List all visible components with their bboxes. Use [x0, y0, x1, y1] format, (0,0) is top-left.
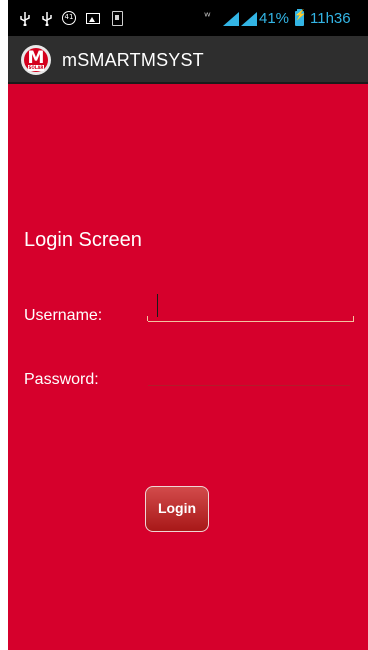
battery-icon — [294, 9, 306, 26]
notification-badge-icon: 41 — [62, 11, 76, 25]
login-content: Login Screen Username: Password: Login — [8, 84, 368, 650]
action-bar: M SOLAR mSMARTMSYST — [8, 36, 368, 84]
password-field[interactable] — [148, 356, 350, 386]
sim-icon — [112, 11, 123, 26]
bluetooth-icon: ʷ — [204, 10, 211, 25]
logo-subtext: SOLAR — [28, 65, 44, 71]
password-label: Password: — [24, 371, 99, 388]
app-logo-icon[interactable]: M SOLAR — [21, 45, 51, 75]
signal-icon — [223, 12, 239, 26]
battery-percent: 41% — [259, 10, 290, 27]
username-field[interactable] — [147, 292, 354, 322]
screen-title: Login Screen — [24, 229, 142, 251]
status-bar: 41 ʷ 41% 11h36 — [8, 0, 368, 36]
username-label: Username: — [24, 307, 103, 324]
usb-icon — [42, 12, 52, 26]
usb-icon — [20, 12, 30, 26]
gallery-icon — [86, 13, 100, 24]
login-button[interactable]: Login — [145, 486, 209, 532]
signal-icon — [241, 12, 257, 26]
app-title: mSMARTMSYST — [62, 50, 204, 70]
text-cursor — [157, 294, 158, 317]
status-clock: 11h36 — [310, 10, 351, 27]
phone-screen: 41 ʷ 41% 11h36 M SOLAR mSMARTMSYST Login… — [0, 0, 368, 650]
